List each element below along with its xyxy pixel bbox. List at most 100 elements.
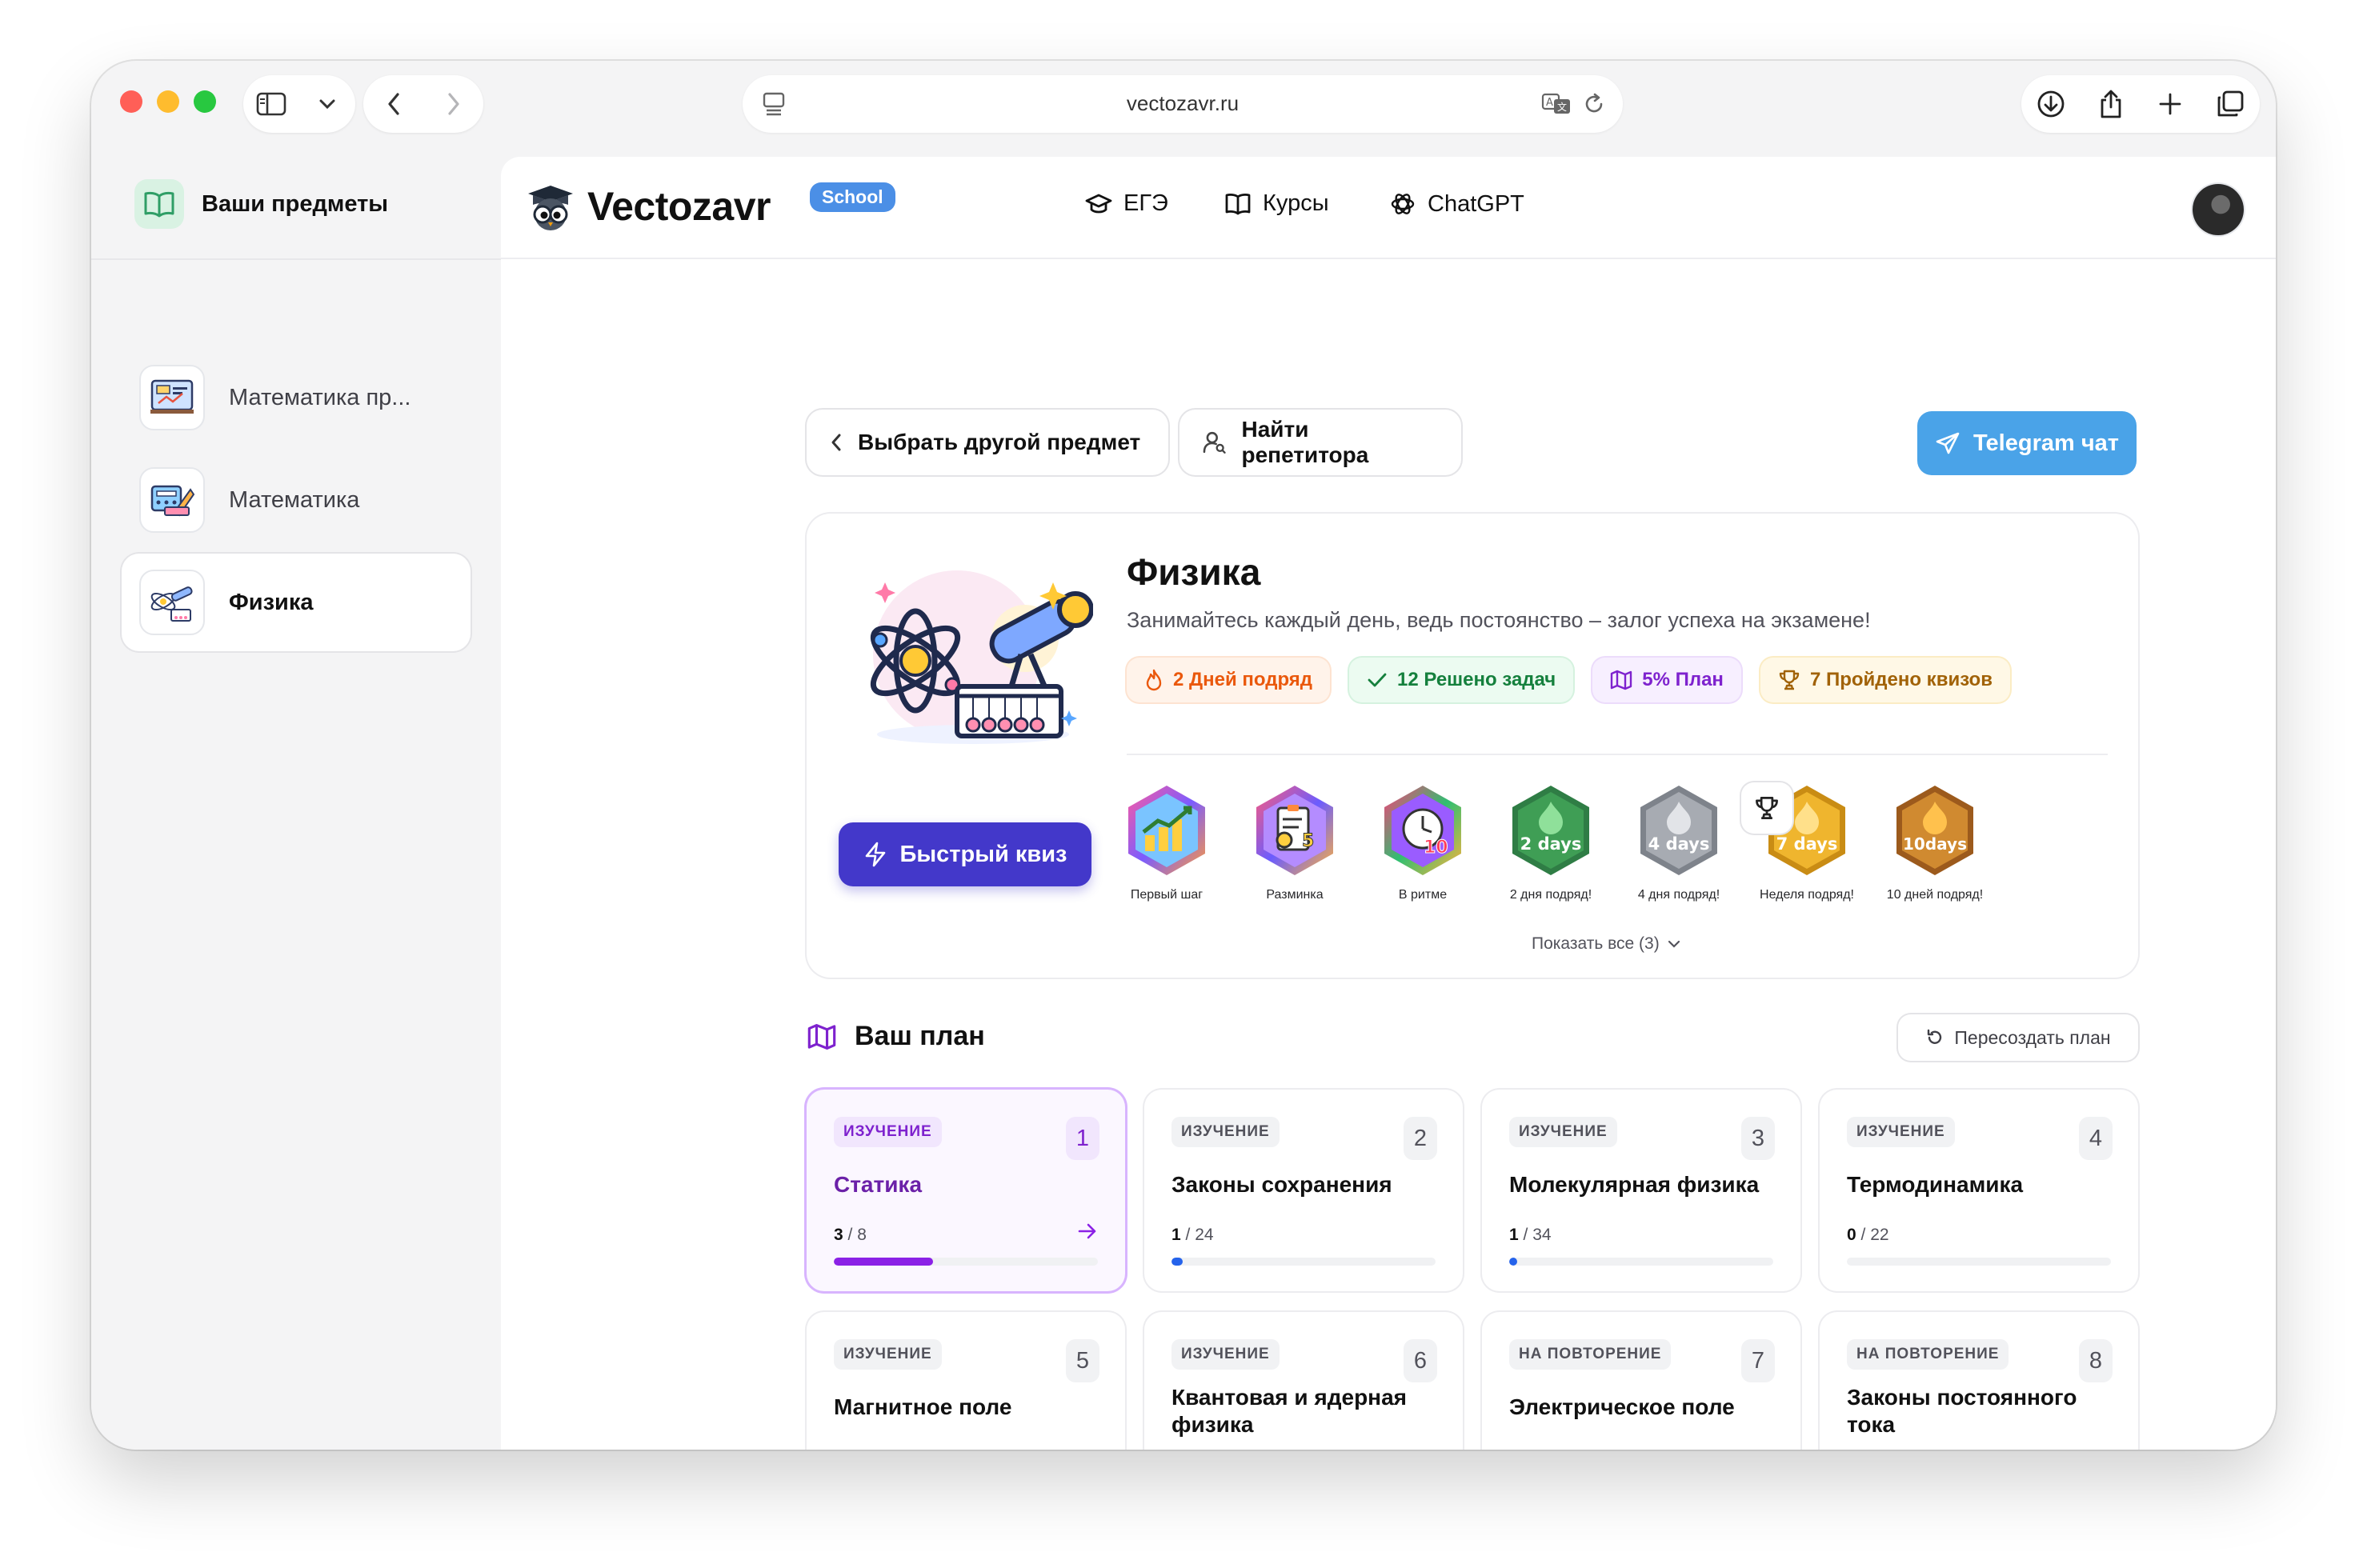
reload-icon[interactable] [1583,93,1605,119]
download-icon[interactable] [2032,85,2070,123]
nav-label: Курсы [1263,190,1329,216]
plan-card[interactable]: ИЗУЧЕНИЕ 3 Молекулярная физика 1 / 34 [1482,1090,1800,1291]
graduation-cap-icon [1085,194,1112,213]
plan-card-tag: ИЗУЧЕНИЕ [1171,1117,1280,1147]
plan-card-done: 0 [1509,1448,1519,1450]
achievement-label: 2 дня подряд! [1509,888,1592,902]
plan-card-title: Термодинамика [1847,1172,2024,1197]
nav-label: ChatGPT [1428,190,1524,217]
plan-card-tag: ИЗУЧЕНИЕ [1171,1339,1280,1370]
quick-quiz-label: Быстрый квиз [899,841,1067,867]
user-avatar[interactable] [2193,184,2244,235]
clock-badge-icon: 10 [1384,786,1461,875]
browser-toolbar: vectozavr.ru A文 [91,61,2276,157]
plan-card-title: Магнитное поле [834,1394,1012,1419]
nav-courses[interactable]: Курсы [1224,190,1329,217]
nav-ege[interactable]: ЕГЭ [1085,190,1168,217]
plan-card[interactable]: ИЗУЧЕНИЕ 5 Магнитное поле 1 / 7 [807,1312,1125,1450]
math-profile-thumbnail-icon [139,365,205,430]
choose-subject-button[interactable]: Выбрать другой предмет [807,410,1168,475]
plan-card-title: Статика [834,1172,923,1197]
minimize-window-button[interactable] [157,90,179,113]
plan-card-total: / 22 [1860,1226,1889,1244]
screenshot-backdrop: vectozavr.ru A文 Ваши предметы Математика… [0,0,2367,1568]
map-icon [807,1023,836,1050]
streak-badge-icon: 4 days [1640,786,1717,875]
plan-card-done: 0 [1171,1448,1181,1450]
user-search-icon [1203,431,1226,454]
svg-text:文: 文 [1557,101,1567,113]
show-all-achievements[interactable]: Показать все (3) [1532,934,1680,954]
plan-card-total: / 7 [848,1448,867,1450]
close-window-button[interactable] [120,90,142,113]
owl-logo-icon [528,186,573,230]
achievement-warmup[interactable]: 5 Разминка [1231,782,1359,902]
sidebar-item-math-profile[interactable]: Математика пр... [122,349,471,446]
clipboard-badge-icon: 5 [1256,786,1333,875]
plan-card-title: Законы постоянного тока [1847,1385,2077,1437]
plan-card-total: / 26 [1861,1448,1889,1450]
sidebar-title: Ваши предметы [202,190,389,217]
plan-card-number: 3 [1741,1117,1775,1160]
recreate-plan-label: Пересоздать план [1954,1026,2111,1048]
main-content: Vectozavr School ЕГЭ Курсы ChatGPT Выбра… [501,157,2276,1450]
back-arrow-icon[interactable] [374,85,413,123]
arrow-right-icon [1078,1223,1096,1239]
plan-card-total: / 14 [1524,1448,1552,1450]
achievement-streak-4[interactable]: 4 days 4 дня подряд! [1615,782,1743,902]
plan-card[interactable]: ИЗУЧЕНИЕ 1 Статика 3 / 8 [807,1090,1125,1291]
forward-arrow-icon[interactable] [435,85,473,123]
openai-icon [1391,194,1415,214]
plan-card[interactable]: НА ПОВТОРЕНИЕ 8Законы постоянного тока 0 /… [1820,1312,2138,1450]
streak-badge-icon: 2 days [1512,786,1589,875]
plan-card-count: 0 / 14 [1509,1448,1552,1450]
achievement-in-rhythm[interactable]: 10 В ритме [1359,782,1487,902]
all-achievements-button[interactable] [1741,782,1792,834]
achievement-streak-2[interactable]: 2 days 2 дня подряд! [1487,782,1615,902]
achievement-first-step[interactable]: Первый шаг [1103,782,1231,902]
window-controls [120,90,216,113]
sidebar-toggle-icon[interactable] [252,85,290,123]
plan-card-number: 7 [1741,1339,1775,1382]
telegram-chat-button[interactable]: Telegram чат [1917,411,2137,475]
telegram-label: Telegram чат [1973,430,2119,456]
translate-icon[interactable]: A文 [1541,93,1572,119]
plan-card-number: 6 [1404,1339,1437,1382]
plan-card-count: 1 / 7 [834,1448,867,1450]
recreate-plan-button[interactable]: Пересоздать план [1898,1014,2138,1061]
chevron-down-icon [1668,940,1680,948]
chevron-down-icon[interactable] [308,85,346,123]
sidebar-toggle-group [243,75,355,133]
plan-card[interactable]: ИЗУЧЕНИЕ 4 Термодинамика 0 / 22 [1820,1090,2138,1291]
quick-quiz-button[interactable]: Быстрый квиз [839,822,1091,886]
plan-card[interactable]: НА ПОВТОРЕНИЕ 7Электрическое поле 0 / 14 [1482,1312,1800,1450]
find-tutor-button[interactable]: Найти репетитора [1179,410,1461,475]
plan-heading: Ваш план [807,1021,985,1052]
stat-label: 5% План [1642,669,1724,690]
new-tab-icon[interactable] [2151,85,2189,123]
plan-card-done: 0 [1847,1226,1856,1244]
plan-card[interactable]: ИЗУЧЕНИЕ 2 Законы сохранения 1 / 24 [1144,1090,1463,1291]
plan-card-progress [1847,1258,2111,1266]
maximize-window-button[interactable] [194,90,216,113]
choose-subject-label: Выбрать другой предмет [858,430,1141,454]
subject-subtitle: Занимайтесь каждый день, ведь постоянств… [1127,608,1871,632]
plan-card[interactable]: ИЗУЧЕНИЕ 6Квантовая и ядерная физика 0 / 2… [1144,1312,1463,1450]
address-bar[interactable]: vectozavr.ru A文 [743,75,1623,133]
book-icon [1225,193,1251,214]
site-logo[interactable]: Vectozavr School [525,181,895,232]
sidebar-item-math[interactable]: Математика [122,451,471,549]
achievement-streak-10[interactable]: 10days 10 дней подряд! [1871,782,1999,902]
svg-text:5: 5 [1302,831,1314,851]
share-icon[interactable] [2092,85,2130,123]
plan-card-tag: ИЗУЧЕНИЕ [1509,1117,1617,1147]
show-all-label: Показать все (3) [1532,934,1660,953]
nav-chatgpt[interactable]: ChatGPT [1389,190,1524,218]
plan-card-tag: ИЗУЧЕНИЕ [1847,1117,1955,1147]
achievement-label: 10 дней подряд! [1886,888,1984,902]
check-icon [1368,673,1387,687]
sidebar-item-physics[interactable]: Физика [122,554,471,651]
plan-card-tag: ИЗУЧЕНИЕ [834,1117,942,1147]
tabs-overview-icon[interactable] [2211,85,2249,123]
svg-text:10: 10 [1424,838,1448,858]
